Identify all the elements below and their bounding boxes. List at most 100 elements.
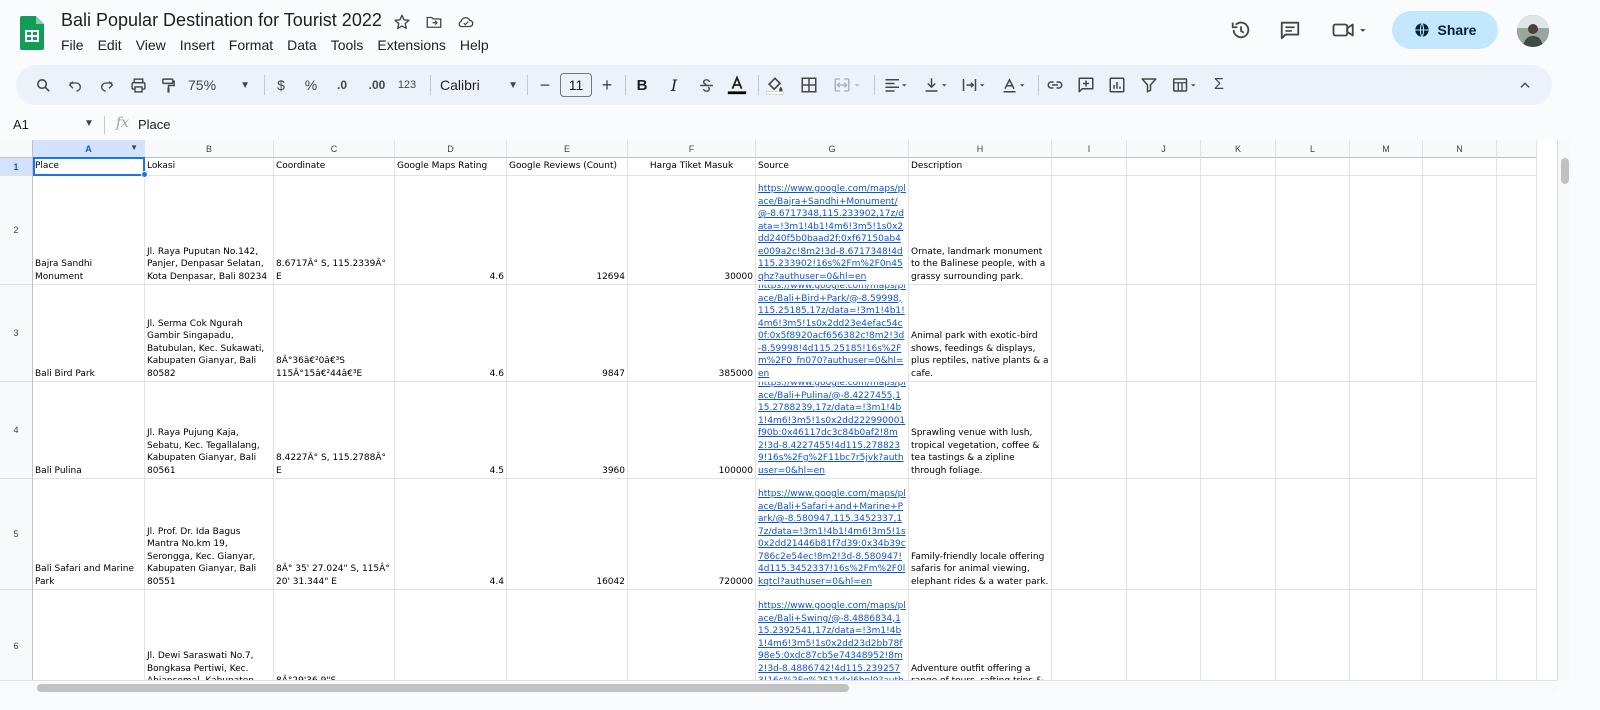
cloud-status-icon[interactable] bbox=[456, 12, 476, 32]
column-header[interactable]: G bbox=[756, 140, 909, 158]
increase-decimal-button[interactable]: .00 bbox=[363, 73, 391, 97]
table-cell-harga[interactable]: 385000 bbox=[628, 285, 756, 382]
column-header[interactable] bbox=[1497, 140, 1537, 158]
increase-font-size-button[interactable]: + bbox=[599, 73, 615, 97]
empty-cell[interactable] bbox=[1127, 590, 1201, 680]
empty-cell[interactable] bbox=[1127, 176, 1201, 285]
empty-cell[interactable] bbox=[1052, 382, 1127, 479]
column-menu-icon[interactable]: ▼ bbox=[130, 143, 138, 152]
column-header[interactable]: L bbox=[1276, 140, 1350, 158]
paint-format-icon[interactable] bbox=[157, 73, 179, 97]
table-cell-place[interactable]: Bali Safari and Marine Park bbox=[33, 479, 145, 590]
column-header[interactable]: ▼ A bbox=[33, 140, 145, 158]
empty-cell[interactable] bbox=[1497, 382, 1537, 479]
italic-button[interactable]: I bbox=[665, 73, 683, 97]
empty-cell[interactable] bbox=[1201, 176, 1276, 285]
table-cell-coordinate[interactable]: 8Â° 35' 27.024" S, 115Â° 20' 31.344" E bbox=[274, 479, 395, 590]
table-cell-reviews[interactable]: 9847 bbox=[507, 285, 628, 382]
empty-cell[interactable] bbox=[1497, 590, 1537, 680]
chevron-down-icon[interactable]: ▼ bbox=[84, 118, 94, 129]
filter-views-icon[interactable] bbox=[1168, 73, 1202, 97]
column-header[interactable]: H bbox=[909, 140, 1052, 158]
table-cell-lokasi[interactable]: Jl. Prof. Dr. Ida Bagus Mantra No.km 19,… bbox=[145, 479, 274, 590]
header-cell[interactable] bbox=[1201, 158, 1276, 176]
table-cell-harga[interactable]: 30000 bbox=[628, 176, 756, 285]
table-cell-coordinate[interactable]: 8.4227Â° S, 115.2788Â° E bbox=[274, 382, 395, 479]
share-button[interactable]: Share bbox=[1392, 11, 1498, 49]
table-cell-coordinate[interactable]: 8Â°29'36.9"S 115Â°14'21.2"E bbox=[274, 590, 395, 680]
empty-cell[interactable] bbox=[1423, 479, 1497, 590]
table-cell-source[interactable]: https://www.google.com/maps/place/Bajra+… bbox=[756, 176, 909, 285]
table-cell-lokasi[interactable]: Jl. Raya Puputan No.142, Panjer, Denpasa… bbox=[145, 176, 274, 285]
insert-link-icon[interactable] bbox=[1044, 73, 1066, 97]
header-cell[interactable]: Coordinate bbox=[274, 158, 395, 176]
empty-cell[interactable] bbox=[1350, 590, 1423, 680]
header-cell[interactable]: Description bbox=[909, 158, 1052, 176]
fill-color-icon[interactable] bbox=[764, 73, 786, 97]
empty-cell[interactable] bbox=[1276, 382, 1350, 479]
header-cell[interactable] bbox=[1497, 158, 1537, 176]
column-header[interactable]: B bbox=[145, 140, 274, 158]
search-menus-icon[interactable] bbox=[32, 73, 54, 97]
empty-cell[interactable] bbox=[1423, 285, 1497, 382]
document-title[interactable]: Bali Popular Destination for Tourist 202… bbox=[61, 10, 382, 31]
header-cell[interactable]: Google Maps Rating bbox=[395, 158, 507, 176]
bold-button[interactable]: B bbox=[633, 73, 651, 97]
empty-cell[interactable] bbox=[1201, 382, 1276, 479]
name-box[interactable]: A1 bbox=[13, 117, 29, 132]
source-link[interactable]: https://www.google.com/maps/place/Bali+S… bbox=[758, 488, 906, 588]
column-header[interactable]: M bbox=[1350, 140, 1423, 158]
table-cell-description[interactable]: Family-friendly locale offering safaris … bbox=[909, 479, 1052, 590]
row-header[interactable]: 4 bbox=[0, 382, 33, 479]
text-wrapping-icon[interactable] bbox=[958, 73, 990, 97]
source-link[interactable]: https://www.google.com/maps/place/Bali+P… bbox=[758, 382, 906, 477]
empty-cell[interactable] bbox=[1350, 285, 1423, 382]
source-link[interactable]: https://www.google.com/maps/place/Bajra+… bbox=[758, 183, 906, 283]
header-cell[interactable]: Source bbox=[756, 158, 909, 176]
vertical-align-icon[interactable] bbox=[920, 73, 952, 97]
table-cell-lokasi[interactable]: Jl. Raya Pujung Kaja, Sebatu, Kec. Tegal… bbox=[145, 382, 274, 479]
column-header[interactable]: C bbox=[274, 140, 395, 158]
number-format-button[interactable]: 123 bbox=[396, 73, 418, 97]
merge-cells-icon[interactable] bbox=[829, 73, 867, 97]
table-cell-harga[interactable]: 100000 bbox=[628, 382, 756, 479]
table-cell-reviews[interactable]: 3960 bbox=[507, 382, 628, 479]
empty-cell[interactable] bbox=[1052, 590, 1127, 680]
row-header[interactable]: 3 bbox=[0, 285, 33, 382]
empty-cell[interactable] bbox=[1423, 176, 1497, 285]
avatar[interactable] bbox=[1517, 15, 1549, 47]
header-cell[interactable]: Place bbox=[33, 158, 145, 176]
zoom-select[interactable]: 75% ▼ bbox=[188, 73, 250, 97]
empty-cell[interactable] bbox=[1276, 479, 1350, 590]
table-cell-source[interactable]: https://www.google.com/maps/place/Bali+P… bbox=[756, 382, 909, 479]
empty-cell[interactable] bbox=[1201, 590, 1276, 680]
menu-insert[interactable]: Insert bbox=[180, 37, 215, 53]
header-cell[interactable]: Google Reviews (Count) bbox=[507, 158, 628, 176]
column-header[interactable]: N bbox=[1423, 140, 1497, 158]
table-cell-harga[interactable]: 153000 - 688500 bbox=[628, 590, 756, 680]
empty-cell[interactable] bbox=[1052, 479, 1127, 590]
meet-call-icon[interactable] bbox=[1330, 18, 1370, 42]
formula-input[interactable]: Place bbox=[138, 117, 171, 132]
move-folder-icon[interactable] bbox=[424, 12, 444, 32]
table-cell-source[interactable]: https://www.google.com/maps/place/Bali+B… bbox=[756, 285, 909, 382]
menu-tools[interactable]: Tools bbox=[331, 37, 364, 53]
empty-cell[interactable] bbox=[1350, 176, 1423, 285]
table-cell-coordinate[interactable]: 8Â°36â€²0â€³S 115Â°15â€²44â€³E bbox=[274, 285, 395, 382]
table-cell-source[interactable]: https://www.google.com/maps/place/Bali+S… bbox=[756, 590, 909, 680]
row-header[interactable]: 2 bbox=[0, 176, 33, 285]
header-cell[interactable] bbox=[1052, 158, 1127, 176]
menu-extensions[interactable]: Extensions bbox=[377, 37, 445, 53]
table-cell-rating[interactable]: 4.6 bbox=[395, 285, 507, 382]
row-header[interactable]: 1 bbox=[0, 158, 33, 176]
header-cell[interactable] bbox=[1276, 158, 1350, 176]
menu-view[interactable]: View bbox=[136, 37, 166, 53]
horizontal-scroll-thumb[interactable] bbox=[37, 684, 849, 692]
horizontal-scrollbar[interactable] bbox=[0, 680, 1557, 694]
menu-format[interactable]: Format bbox=[229, 37, 273, 53]
menu-edit[interactable]: Edit bbox=[98, 37, 122, 53]
menu-data[interactable]: Data bbox=[287, 37, 317, 53]
comments-icon[interactable] bbox=[1278, 18, 1302, 42]
vertical-scroll-thumb[interactable] bbox=[1561, 158, 1569, 184]
column-header[interactable]: K bbox=[1201, 140, 1276, 158]
